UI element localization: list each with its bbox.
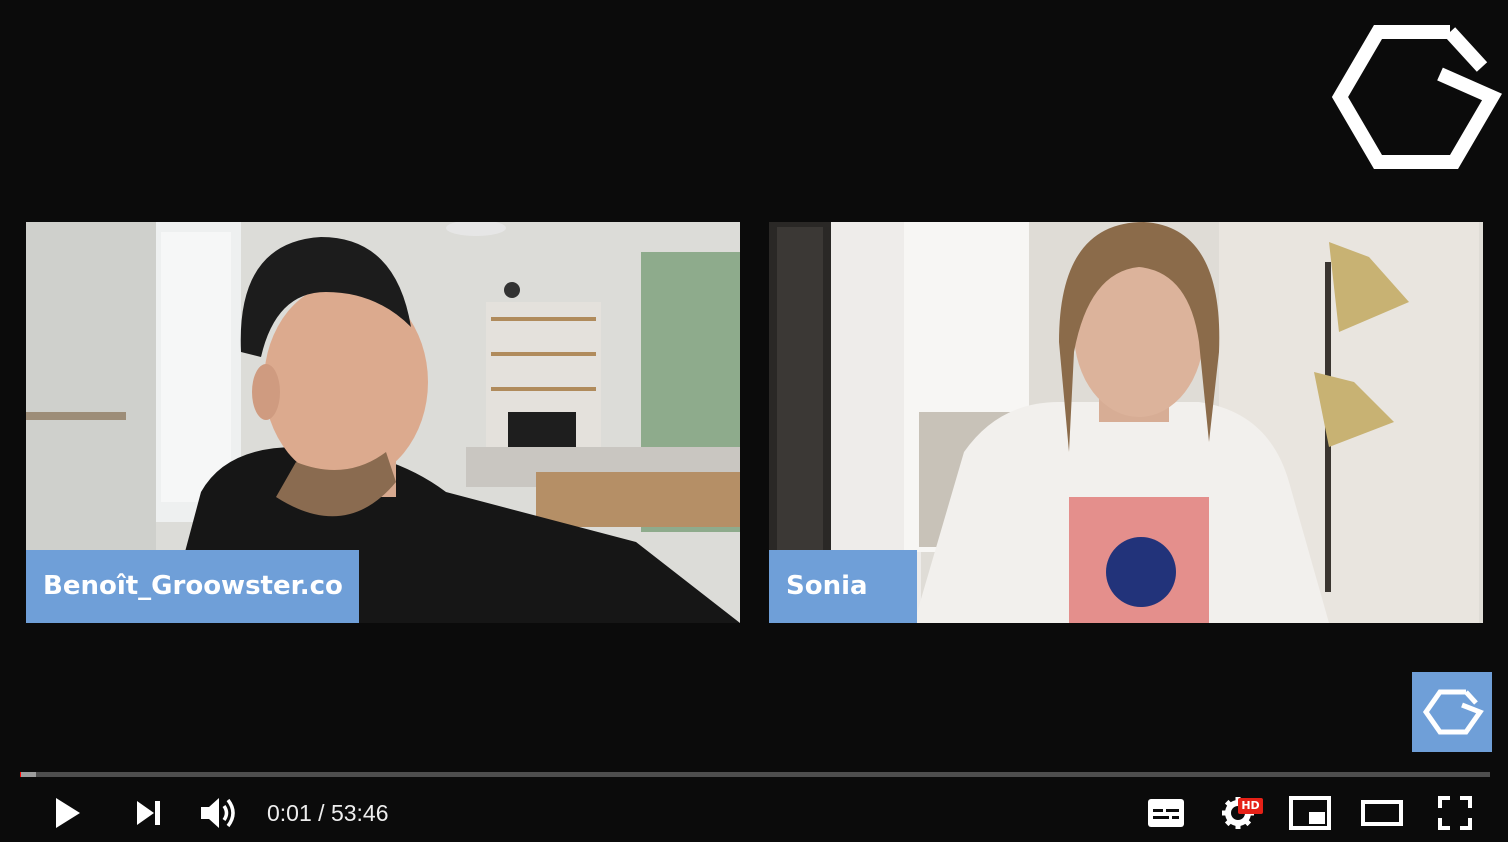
current-time: 0:01 xyxy=(267,800,312,826)
participant-tile-sonia: Sonia M xyxy=(769,222,1483,623)
video-frame[interactable]: Benoît_Groowster.co Sonia M xyxy=(0,0,1508,842)
volume-icon xyxy=(201,798,235,828)
progress-bar[interactable] xyxy=(20,772,1490,777)
progress-played xyxy=(20,772,21,777)
progress-loaded xyxy=(20,772,36,777)
participant-name-tag: Benoît_Groowster.co xyxy=(26,550,359,623)
play-button[interactable] xyxy=(44,784,90,842)
time-separator: / xyxy=(318,800,325,826)
time-display: 0:01 / 53:46 xyxy=(267,784,389,842)
subtitles-button[interactable] xyxy=(1144,784,1188,842)
theater-mode-icon xyxy=(1361,800,1403,826)
miniplayer-icon xyxy=(1289,796,1331,830)
participant-tile-benoit: Benoît_Groowster.co xyxy=(26,222,740,623)
skip-next-icon xyxy=(137,801,160,825)
duration: 53:46 xyxy=(330,800,389,826)
hd-badge: HD xyxy=(1238,798,1263,814)
play-icon xyxy=(56,798,80,828)
fullscreen-button[interactable] xyxy=(1432,784,1478,842)
watermark-logo-icon xyxy=(1422,689,1484,735)
theater-mode-button[interactable] xyxy=(1358,784,1406,842)
brand-logo-icon xyxy=(1331,25,1502,169)
miniplayer-button[interactable] xyxy=(1288,784,1332,842)
player-controls: 0:01 / 53:46 xyxy=(0,784,1508,842)
next-button[interactable] xyxy=(126,784,170,842)
mute-button[interactable] xyxy=(194,784,242,842)
fullscreen-icon xyxy=(1438,796,1472,830)
participant-name-tag: Sonia M xyxy=(769,550,917,623)
subtitles-icon xyxy=(1148,799,1184,827)
channel-watermark[interactable] xyxy=(1412,672,1492,752)
